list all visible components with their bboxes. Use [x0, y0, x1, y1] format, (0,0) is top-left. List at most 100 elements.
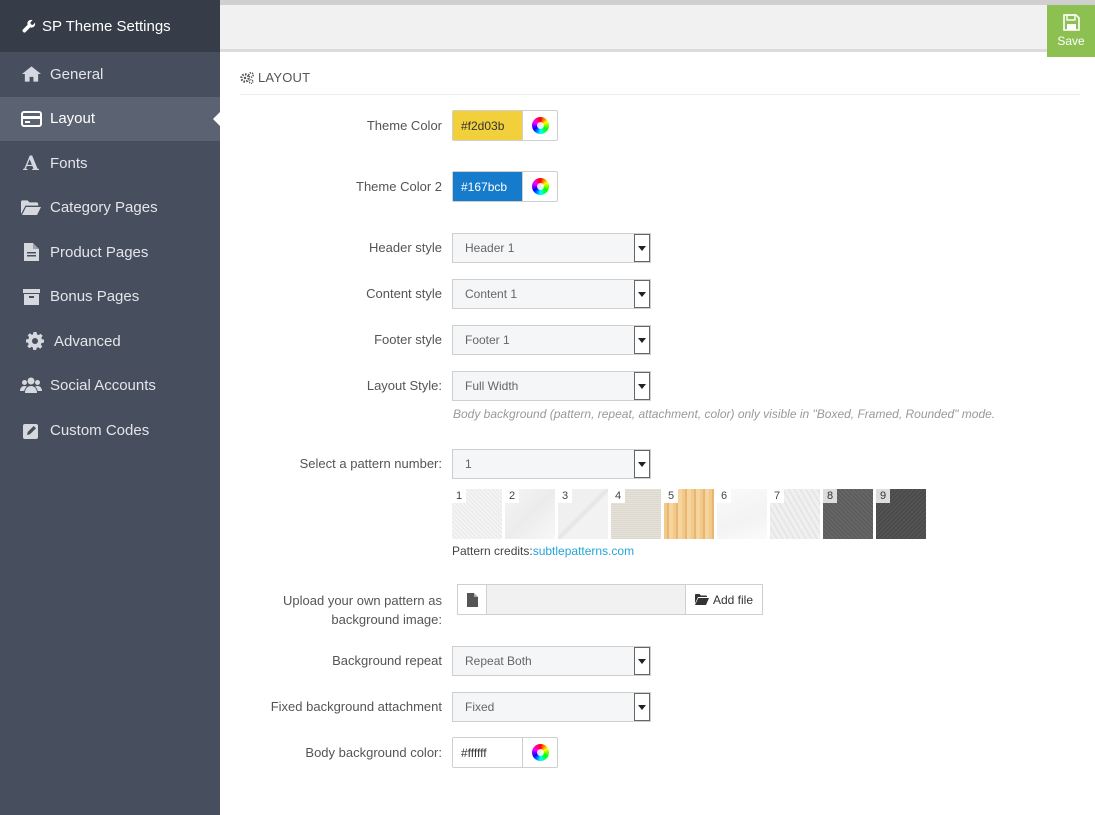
theme-color2-picker: #167bcb [452, 171, 558, 202]
sidebar-item-category-pages[interactable]: Category Pages [0, 186, 220, 231]
upload-file-input[interactable] [487, 585, 685, 614]
content-style-label: Content style [366, 286, 442, 301]
theme-color2-label: Theme Color 2 [356, 179, 442, 194]
edit-icon [20, 420, 42, 440]
sidebar-item-layout[interactable]: Layout [0, 96, 220, 141]
file-icon [458, 585, 487, 614]
header-style-label: Header style [369, 240, 442, 255]
folder-open-icon [694, 594, 709, 605]
bg-attachment-select[interactable]: Fixed [452, 692, 651, 722]
section-title-text: LAYOUT [258, 70, 311, 85]
chevron-down-icon [634, 450, 650, 478]
bg-repeat-label: Background repeat [332, 653, 442, 668]
main-content: LAYOUT Theme Color #f2d03b Theme Color 2… [220, 52, 1095, 815]
layout-style-value: Full Width [465, 379, 519, 393]
sidebar-item-label: Custom Codes [50, 421, 150, 439]
bg-attachment-label: Fixed background attachment [270, 699, 442, 714]
add-file-button[interactable]: Add file [685, 585, 762, 614]
layout-style-hint: Body background (pattern, repeat, attach… [453, 407, 996, 421]
pattern-swatch-2[interactable]: 2 [505, 489, 555, 539]
pattern-swatch-4[interactable]: 4 [611, 489, 661, 539]
header-style-select[interactable]: Header 1 [452, 233, 651, 263]
pattern-swatch-9[interactable]: 9 [876, 489, 926, 539]
folder-icon [20, 198, 42, 218]
pattern-swatch-7[interactable]: 7 [770, 489, 820, 539]
bg-repeat-select[interactable]: Repeat Both [452, 646, 651, 676]
sidebar-item-fonts[interactable]: A Fonts [0, 141, 220, 186]
sidebar: SP Theme Settings General Layout A Fonts… [0, 0, 220, 815]
pattern-swatches: 1 2 3 4 5 6 7 8 9 [452, 489, 929, 539]
sidebar-item-label: Product Pages [50, 243, 149, 261]
pattern-swatch-1[interactable]: 1 [452, 489, 502, 539]
sidebar-header: SP Theme Settings [0, 0, 220, 52]
sidebar-item-label: Category Pages [50, 199, 158, 217]
chevron-down-icon [634, 693, 650, 721]
theme-color-input[interactable]: #f2d03b [453, 111, 522, 140]
section-divider [240, 94, 1080, 95]
sidebar-item-advanced[interactable]: Advanced [0, 319, 220, 364]
floppy-disk-icon [1062, 14, 1080, 31]
pattern-number: 7 [770, 489, 785, 503]
chevron-down-icon [634, 326, 650, 354]
body-bg-color-input[interactable]: #ffffff [453, 738, 522, 767]
pattern-number-select[interactable]: 1 [452, 449, 651, 479]
pattern-swatch-8[interactable]: 8 [823, 489, 873, 539]
pattern-number: 4 [611, 489, 626, 503]
sidebar-item-label: Advanced [54, 332, 121, 350]
footer-style-label: Footer style [374, 332, 442, 347]
footer-style-select[interactable]: Footer 1 [452, 325, 651, 355]
sidebar-item-general[interactable]: General [0, 52, 220, 97]
body-bg-color-label: Body background color: [305, 745, 442, 760]
color-wheel-icon [531, 744, 549, 761]
pattern-number: 9 [876, 489, 891, 503]
pattern-number: 8 [823, 489, 838, 503]
sidebar-item-label: Layout [50, 110, 96, 128]
pattern-number: 3 [558, 489, 573, 503]
chevron-down-icon [634, 280, 650, 308]
footer-style-value: Footer 1 [465, 333, 510, 347]
theme-color2-input[interactable]: #167bcb [453, 172, 522, 201]
upload-pattern-label: Upload your own pattern as background im… [283, 591, 442, 629]
pattern-number-label: Select a pattern number: [299, 456, 442, 471]
chevron-down-icon [634, 647, 650, 675]
sidebar-item-label: Social Accounts [50, 377, 156, 395]
sidebar-item-social-accounts[interactable]: Social Accounts [0, 364, 220, 409]
upload-label-line2: background image: [331, 612, 442, 627]
chevron-down-icon [634, 234, 650, 262]
pattern-credits-prefix: Pattern credits: [452, 544, 533, 558]
sidebar-item-custom-codes[interactable]: Custom Codes [0, 408, 220, 453]
layout-style-label: Layout Style: [366, 378, 442, 393]
pattern-number: 2 [505, 489, 520, 503]
header-style-value: Header 1 [465, 241, 515, 255]
document-icon [20, 242, 42, 262]
theme-color-picker-button[interactable] [522, 111, 557, 140]
body-bg-color-picker-button[interactable] [522, 738, 557, 767]
pattern-number: 5 [664, 489, 679, 503]
content-style-value: Content 1 [465, 287, 518, 301]
content-style-select[interactable]: Content 1 [452, 279, 651, 309]
sidebar-item-product-pages[interactable]: Product Pages [0, 230, 220, 275]
bg-attachment-value: Fixed [465, 700, 495, 714]
save-button[interactable]: Save [1047, 5, 1095, 57]
upload-pattern-field: Add file [457, 584, 763, 615]
pattern-swatch-5[interactable]: 5 [664, 489, 714, 539]
sidebar-item-bonus-pages[interactable]: Bonus Pages [0, 275, 220, 320]
theme-color2-picker-button[interactable] [522, 172, 557, 201]
color-wheel-icon [531, 117, 549, 134]
pattern-swatch-3[interactable]: 3 [558, 489, 608, 539]
pattern-number: 1 [452, 489, 467, 503]
color-wheel-icon [531, 178, 549, 195]
upload-label-line1: Upload your own pattern as [283, 593, 442, 608]
add-file-label: Add file [712, 592, 754, 607]
font-icon: A [23, 151, 39, 176]
gear-icon [24, 331, 46, 351]
layout-style-select[interactable]: Full Width [452, 371, 651, 401]
chevron-down-icon [634, 372, 650, 400]
sidebar-title: SP Theme Settings [42, 17, 171, 35]
pattern-swatch-6[interactable]: 6 [717, 489, 767, 539]
pattern-credits-link[interactable]: subtlepatterns.com [533, 544, 634, 558]
archive-icon [20, 287, 42, 307]
theme-color-label: Theme Color [366, 118, 442, 133]
bg-repeat-value: Repeat Both [465, 654, 532, 668]
top-toolbar: Save [220, 0, 1095, 57]
